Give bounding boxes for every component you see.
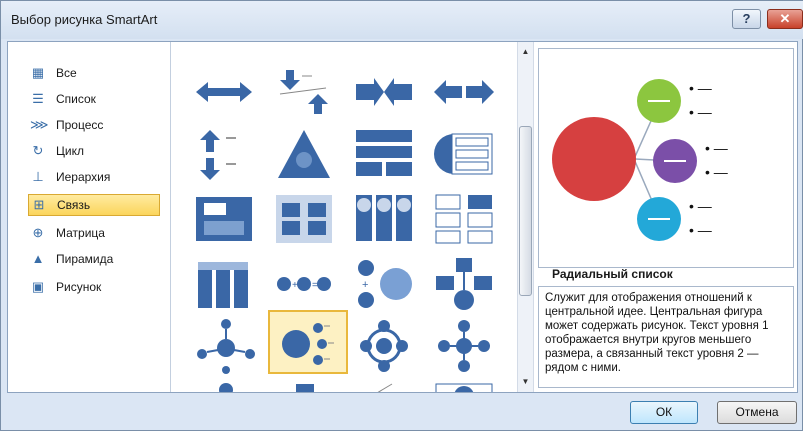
category-label: Список (56, 92, 96, 106)
cycle-icon: ↻ (32, 143, 44, 158)
relationship-icon: ⊞ (33, 197, 45, 212)
layout-thumbnail-radial-list[interactable] (268, 310, 348, 374)
layout-thumbnail[interactable] (188, 252, 260, 312)
layout-thumbnail[interactable] (188, 314, 260, 374)
radial-list-preview-graphic: • — • — • — • — • — • — (552, 79, 728, 241)
layout-thumbnail[interactable] (428, 122, 500, 182)
gallery-scrollbar[interactable]: ▲ ▼ (517, 42, 534, 392)
layout-thumbnail[interactable] (268, 187, 340, 247)
layout-thumbnail[interactable] (428, 252, 500, 312)
title-bar: Выбор рисунка SmartArt ? ✕ (1, 1, 803, 39)
scroll-up-icon[interactable]: ▲ (518, 44, 533, 60)
level2-bullet: • — (705, 164, 728, 180)
layout-thumbnail[interactable] (428, 187, 500, 247)
layout-description: Служит для отображения отношений к центр… (538, 286, 794, 388)
help-button[interactable]: ? (732, 9, 761, 29)
layout-thumbnail[interactable] (428, 314, 500, 374)
category-label: Пирамида (56, 252, 114, 266)
category-all[interactable]: ▦ Все (28, 62, 160, 84)
svg-text:+: + (292, 280, 298, 291)
level2-bullet: • — (705, 140, 728, 156)
scrollbar-thumb[interactable] (519, 126, 532, 296)
category-label: Связь (57, 198, 91, 212)
level2-bullet: • — (689, 80, 712, 96)
layout-thumbnail[interactable]: + = (268, 252, 340, 312)
svg-text:+: + (362, 279, 368, 291)
layout-thumbnail[interactable] (348, 314, 420, 374)
picture-icon: ▣ (31, 279, 45, 294)
category-label: Матрица (56, 226, 105, 240)
category-matrix[interactable]: ⊕ Матрица (28, 222, 160, 244)
category-picture[interactable]: ▣ Рисунок (28, 276, 160, 298)
list-icon: ☰ (32, 91, 44, 106)
matrix-icon: ⊕ (32, 225, 44, 240)
smartart-dialog: Выбор рисунка SmartArt ? ✕ ▦ Все ☰ Список … (0, 0, 803, 431)
layout-thumbnail[interactable]: + (348, 252, 420, 312)
category-hierarchy[interactable]: ⊥ Иерархия (28, 166, 160, 188)
category-list: ▦ Все ☰ Список ⋙ Процесс ↻ Цикл ⊥ Иерархия ⊞ С… (8, 42, 171, 392)
layout-thumbnail[interactable] (348, 62, 420, 122)
hierarchy-icon: ⊥ (32, 169, 44, 184)
category-relationship[interactable]: ⊞ Связь (28, 194, 160, 216)
pyramid-icon: ▲ (31, 251, 45, 266)
category-cycle[interactable]: ↻ Цикл (28, 140, 160, 162)
level2-bullet: • — (689, 198, 712, 214)
layout-gallery: + = + (171, 42, 517, 392)
layout-thumbnail[interactable] (268, 122, 340, 182)
center-circle (552, 117, 636, 201)
dialog-title: Выбор рисунка SmartArt (11, 12, 158, 27)
layout-thumbnail[interactable] (188, 62, 260, 122)
all-icon: ▦ (31, 65, 45, 80)
category-list-item[interactable]: ☰ Список (28, 88, 160, 110)
layout-preview: • — • — • — • — • — • — (538, 48, 794, 268)
layout-thumbnail[interactable] (268, 376, 340, 392)
category-label: Процесс (56, 118, 104, 132)
layout-thumbnail[interactable] (188, 376, 260, 392)
category-label: Цикл (56, 144, 84, 158)
layout-name: Радиальный список (552, 267, 673, 281)
close-button[interactable]: ✕ (767, 9, 803, 29)
dialog-body: ▦ Все ☰ Список ⋙ Процесс ↻ Цикл ⊥ Иерархия ⊞ С… (7, 41, 798, 393)
layout-thumbnail[interactable] (428, 62, 500, 122)
layout-thumbnail[interactable] (268, 62, 340, 122)
category-label: Рисунок (56, 280, 102, 294)
category-process[interactable]: ⋙ Процесс (28, 114, 160, 136)
scroll-down-icon[interactable]: ▼ (518, 374, 533, 390)
category-label: Все (56, 66, 77, 80)
layout-thumbnail[interactable] (188, 122, 260, 182)
layout-thumbnail[interactable] (348, 122, 420, 182)
category-label: Иерархия (56, 170, 111, 184)
layout-thumbnail[interactable] (348, 376, 420, 392)
svg-text:=: = (312, 280, 318, 291)
layout-thumbnail[interactable] (188, 187, 260, 247)
process-icon: ⋙ (30, 117, 49, 132)
cancel-button[interactable]: Отмена (717, 401, 797, 424)
level2-bullet: • — (689, 222, 712, 238)
category-pyramid[interactable]: ▲ Пирамида (28, 248, 160, 270)
ok-button[interactable]: ОК (630, 401, 698, 424)
layout-thumbnail[interactable] (348, 187, 420, 247)
level2-bullet: • — (689, 104, 712, 120)
layout-thumbnail[interactable] (428, 376, 500, 392)
